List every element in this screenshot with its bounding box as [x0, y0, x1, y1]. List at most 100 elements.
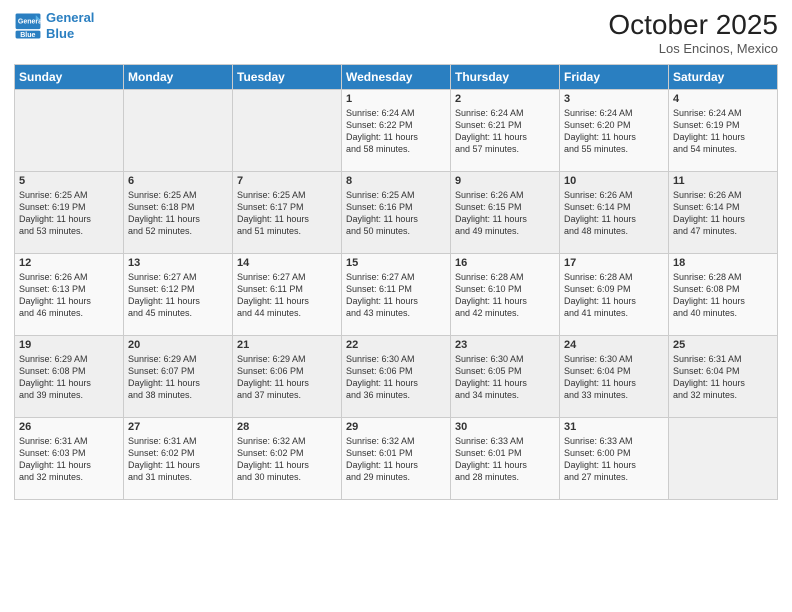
calendar-cell: 21Sunrise: 6:29 AM Sunset: 6:06 PM Dayli… [233, 335, 342, 417]
day-number: 30 [455, 421, 555, 433]
day-number: 16 [455, 257, 555, 269]
day-number: 9 [455, 175, 555, 187]
page-container: General Blue General Blue October 2025 L… [0, 0, 792, 612]
day-number: 2 [455, 93, 555, 105]
day-number: 27 [128, 421, 228, 433]
calendar-week-4: 19 Sunrise: 6:29 AM Sunset: 6:08 PM Dayli… [15, 335, 778, 417]
day-number: 21 [237, 339, 337, 351]
cell-content: Sunrise: 6:24 AM Sunset: 6:19 PM Dayligh… [673, 107, 773, 156]
cell-content: Sunrise: 6:30 AM Sunset: 6:05 PM Dayligh… [455, 353, 555, 402]
day-number: 25 [673, 339, 773, 351]
cell-content: Sunrise: 6:26 AM Sunset: 6:15 PM Dayligh… [455, 189, 555, 238]
calendar-cell: 20 Sunrise: 6:29 AM Sunset: 6:07 PM Dayli… [124, 335, 233, 417]
day-number: 18 [673, 257, 773, 269]
cell-content: Sunrise: 6:26 AM Sunset: 6:14 PM Dayligh… [673, 189, 773, 238]
cell-content: Sunrise: 6:32 AM Sunset: 6:01 PM Dayligh… [346, 435, 446, 484]
calendar-cell: 25 Sunrise: 6:31 AM Sunset: 6:04 PM Dayli… [669, 335, 778, 417]
logo: General Blue General Blue [14, 10, 94, 41]
cell-content: Sunrise: 6:29 AM Sunset: 6:08 PM Dayligh… [19, 353, 119, 402]
logo-text: General Blue [46, 10, 94, 41]
logo-line2: Blue [46, 26, 74, 41]
calendar-cell: 29 Sunrise: 6:32 AM Sunset: 6:01 PM Dayli… [342, 417, 451, 499]
calendar-cell: 17 Sunrise: 6:28 AM Sunset: 6:09 PM Dayli… [560, 253, 669, 335]
calendar-table: SundayMondayTuesdayWednesdayThursdayFrid… [14, 64, 778, 500]
calendar-cell: 27 Sunrise: 6:31 AM Sunset: 6:02 PM Dayli… [124, 417, 233, 499]
weekday-header-sunday: Sunday [15, 64, 124, 89]
calendar-cell: 30 Sunrise: 6:33 AM Sunset: 6:01 PM Dayli… [451, 417, 560, 499]
cell-content: Sunrise: 6:26 AM Sunset: 6:14 PM Dayligh… [564, 189, 664, 238]
day-number: 22 [346, 339, 446, 351]
day-number: 8 [346, 175, 446, 187]
weekday-header-monday: Monday [124, 64, 233, 89]
calendar-cell: 5Sunrise: 6:25 AM Sunset: 6:19 PM Daylig… [15, 171, 124, 253]
calendar-cell: 11Sunrise: 6:26 AM Sunset: 6:14 PM Dayli… [669, 171, 778, 253]
calendar-cell: 9 Sunrise: 6:26 AM Sunset: 6:15 PM Daylig… [451, 171, 560, 253]
day-number: 23 [455, 339, 555, 351]
calendar-cell: 26Sunrise: 6:31 AM Sunset: 6:03 PM Dayli… [15, 417, 124, 499]
calendar-week-3: 12 Sunrise: 6:26 AM Sunset: 6:13 PM Dayli… [15, 253, 778, 335]
month-title: October 2025 [608, 10, 778, 41]
weekday-header-friday: Friday [560, 64, 669, 89]
cell-content: Sunrise: 6:27 AM Sunset: 6:12 PM Dayligh… [128, 271, 228, 320]
location-subtitle: Los Encinos, Mexico [608, 41, 778, 56]
calendar-cell: 28 Sunrise: 6:32 AM Sunset: 6:02 PM Dayli… [233, 417, 342, 499]
title-area: October 2025 Los Encinos, Mexico [608, 10, 778, 56]
cell-content: Sunrise: 6:31 AM Sunset: 6:03 PM Dayligh… [19, 435, 119, 484]
cell-content: Sunrise: 6:25 AM Sunset: 6:18 PM Dayligh… [128, 189, 228, 238]
day-number: 28 [237, 421, 337, 433]
cell-content: Sunrise: 6:33 AM Sunset: 6:01 PM Dayligh… [455, 435, 555, 484]
cell-content: Sunrise: 6:25 AM Sunset: 6:17 PM Dayligh… [237, 189, 337, 238]
day-number: 19 [19, 339, 119, 351]
calendar-cell [669, 417, 778, 499]
day-number: 17 [564, 257, 664, 269]
day-number: 20 [128, 339, 228, 351]
day-number: 31 [564, 421, 664, 433]
calendar-cell: 18Sunrise: 6:28 AM Sunset: 6:08 PM Dayli… [669, 253, 778, 335]
svg-text:Blue: Blue [20, 31, 35, 38]
day-number: 4 [673, 93, 773, 105]
weekday-header-thursday: Thursday [451, 64, 560, 89]
day-number: 3 [564, 93, 664, 105]
day-number: 10 [564, 175, 664, 187]
calendar-week-1: 1 Sunrise: 6:24 AM Sunset: 6:22 PM Daylig… [15, 89, 778, 171]
calendar-cell [15, 89, 124, 171]
calendar-cell: 31 Sunrise: 6:33 AM Sunset: 6:00 PM Dayli… [560, 417, 669, 499]
calendar-cell: 6Sunrise: 6:25 AM Sunset: 6:18 PM Daylig… [124, 171, 233, 253]
calendar-cell: 1 Sunrise: 6:24 AM Sunset: 6:22 PM Daylig… [342, 89, 451, 171]
cell-content: Sunrise: 6:27 AM Sunset: 6:11 PM Dayligh… [346, 271, 446, 320]
day-number: 14 [237, 257, 337, 269]
cell-content: Sunrise: 6:31 AM Sunset: 6:04 PM Dayligh… [673, 353, 773, 402]
cell-content: Sunrise: 6:32 AM Sunset: 6:02 PM Dayligh… [237, 435, 337, 484]
cell-content: Sunrise: 6:33 AM Sunset: 6:00 PM Dayligh… [564, 435, 664, 484]
calendar-cell: 12 Sunrise: 6:26 AM Sunset: 6:13 PM Dayli… [15, 253, 124, 335]
calendar-cell: 14Sunrise: 6:27 AM Sunset: 6:11 PM Dayli… [233, 253, 342, 335]
calendar-week-5: 26Sunrise: 6:31 AM Sunset: 6:03 PM Dayli… [15, 417, 778, 499]
day-number: 24 [564, 339, 664, 351]
header: General Blue General Blue October 2025 L… [14, 10, 778, 56]
calendar-cell: 4 Sunrise: 6:24 AM Sunset: 6:19 PM Daylig… [669, 89, 778, 171]
weekday-header-wednesday: Wednesday [342, 64, 451, 89]
cell-content: Sunrise: 6:24 AM Sunset: 6:22 PM Dayligh… [346, 107, 446, 156]
cell-content: Sunrise: 6:31 AM Sunset: 6:02 PM Dayligh… [128, 435, 228, 484]
day-number: 12 [19, 257, 119, 269]
day-number: 5 [19, 175, 119, 187]
logo-line1: General [46, 10, 94, 25]
calendar-cell: 3Sunrise: 6:24 AM Sunset: 6:20 PM Daylig… [560, 89, 669, 171]
calendar-cell: 8 Sunrise: 6:25 AM Sunset: 6:16 PM Daylig… [342, 171, 451, 253]
day-number: 7 [237, 175, 337, 187]
calendar-cell: 15Sunrise: 6:27 AM Sunset: 6:11 PM Dayli… [342, 253, 451, 335]
weekday-header-saturday: Saturday [669, 64, 778, 89]
calendar-week-2: 5Sunrise: 6:25 AM Sunset: 6:19 PM Daylig… [15, 171, 778, 253]
calendar-body: 1 Sunrise: 6:24 AM Sunset: 6:22 PM Daylig… [15, 89, 778, 499]
cell-content: Sunrise: 6:24 AM Sunset: 6:21 PM Dayligh… [455, 107, 555, 156]
day-number: 1 [346, 93, 446, 105]
calendar-cell: 2 Sunrise: 6:24 AM Sunset: 6:21 PM Daylig… [451, 89, 560, 171]
cell-content: Sunrise: 6:26 AM Sunset: 6:13 PM Dayligh… [19, 271, 119, 320]
calendar-cell [124, 89, 233, 171]
cell-content: Sunrise: 6:29 AM Sunset: 6:07 PM Dayligh… [128, 353, 228, 402]
cell-content: Sunrise: 6:28 AM Sunset: 6:09 PM Dayligh… [564, 271, 664, 320]
day-number: 29 [346, 421, 446, 433]
calendar-cell: 22 Sunrise: 6:30 AM Sunset: 6:06 PM Dayli… [342, 335, 451, 417]
cell-content: Sunrise: 6:25 AM Sunset: 6:16 PM Dayligh… [346, 189, 446, 238]
cell-content: Sunrise: 6:30 AM Sunset: 6:06 PM Dayligh… [346, 353, 446, 402]
